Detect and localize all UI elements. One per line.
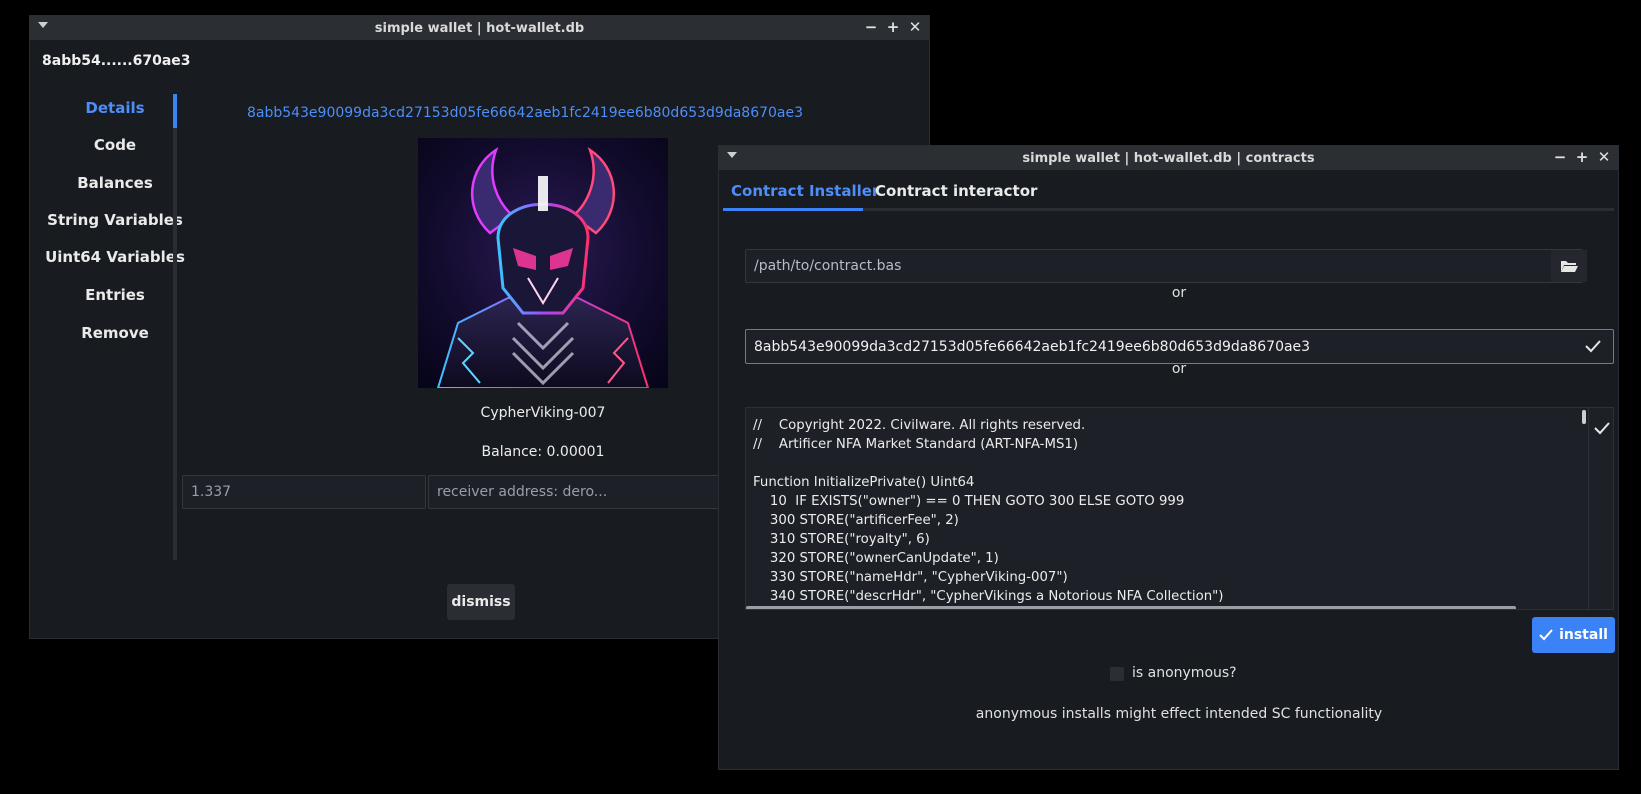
nft-image <box>418 138 668 388</box>
contracts-window: simple wallet | hot-wallet.db | contract… <box>718 145 1619 770</box>
anonymous-label[interactable]: is anonymous? <box>1132 665 1237 681</box>
code-editor-side-panel <box>1588 408 1613 609</box>
code-horizontal-scrollbar[interactable] <box>746 606 1516 609</box>
contract-short-id: 8abb54......670ae3 <box>42 53 191 69</box>
tab-contract-interactor[interactable]: Contract interactor <box>875 182 1037 200</box>
anonymous-note: anonymous installs might effect intended… <box>975 706 1383 722</box>
receiver-address-input[interactable]: receiver address: dero... <box>428 475 748 509</box>
or-separator: or <box>1171 361 1187 377</box>
nft-name: CypherViking-007 <box>480 405 606 421</box>
close-icon[interactable]: ✕ <box>907 18 923 36</box>
folder-open-icon[interactable] <box>1551 250 1587 282</box>
minimize-icon[interactable]: − <box>863 18 879 36</box>
dismiss-button[interactable]: dismiss <box>447 584 515 620</box>
contract-code-text: // Copyright 2022. Civilware. All rights… <box>753 418 1224 604</box>
contract-path-input[interactable]: /path/to/contract.bas <box>745 249 1583 283</box>
checkmark-icon <box>1585 340 1601 353</box>
active-tab-indicator <box>723 208 863 211</box>
contracts-titlebar[interactable]: simple wallet | hot-wallet.db | contract… <box>719 146 1618 170</box>
window-menu-icon[interactable] <box>38 22 48 28</box>
install-button[interactable]: install <box>1532 617 1615 653</box>
nft-balance: Balance: 0.00001 <box>481 444 605 460</box>
wallet-titlebar[interactable]: simple wallet | hot-wallet.db − + ✕ <box>30 16 929 40</box>
install-label: install <box>1559 627 1608 643</box>
maximize-icon[interactable]: + <box>885 18 901 36</box>
tab-contract-installer[interactable]: Contract Installer <box>731 182 879 200</box>
checkmark-icon <box>1594 422 1610 435</box>
minimize-icon[interactable]: − <box>1552 148 1568 166</box>
contract-scid-link[interactable]: 8abb543e90099da3cd27153d05fe66642aeb1fc2… <box>175 105 875 121</box>
scid-input[interactable]: 8abb543e90099da3cd27153d05fe66642aeb1fc2… <box>745 329 1614 364</box>
window-title: simple wallet | hot-wallet.db <box>374 20 585 36</box>
amount-input[interactable]: 1.337 <box>182 475 426 509</box>
contract-code-editor[interactable]: // Copyright 2022. Civilware. All rights… <box>745 407 1614 610</box>
close-icon[interactable]: ✕ <box>1596 148 1612 166</box>
checkmark-icon <box>1539 629 1553 641</box>
window-title: simple wallet | hot-wallet.db | contract… <box>1022 150 1315 166</box>
or-separator: or <box>1171 285 1187 301</box>
anonymous-checkbox[interactable] <box>1110 667 1124 681</box>
sidebar-divider <box>173 94 177 560</box>
maximize-icon[interactable]: + <box>1574 148 1590 166</box>
code-vertical-scrollbar[interactable] <box>1582 410 1586 424</box>
window-menu-icon[interactable] <box>727 152 737 158</box>
